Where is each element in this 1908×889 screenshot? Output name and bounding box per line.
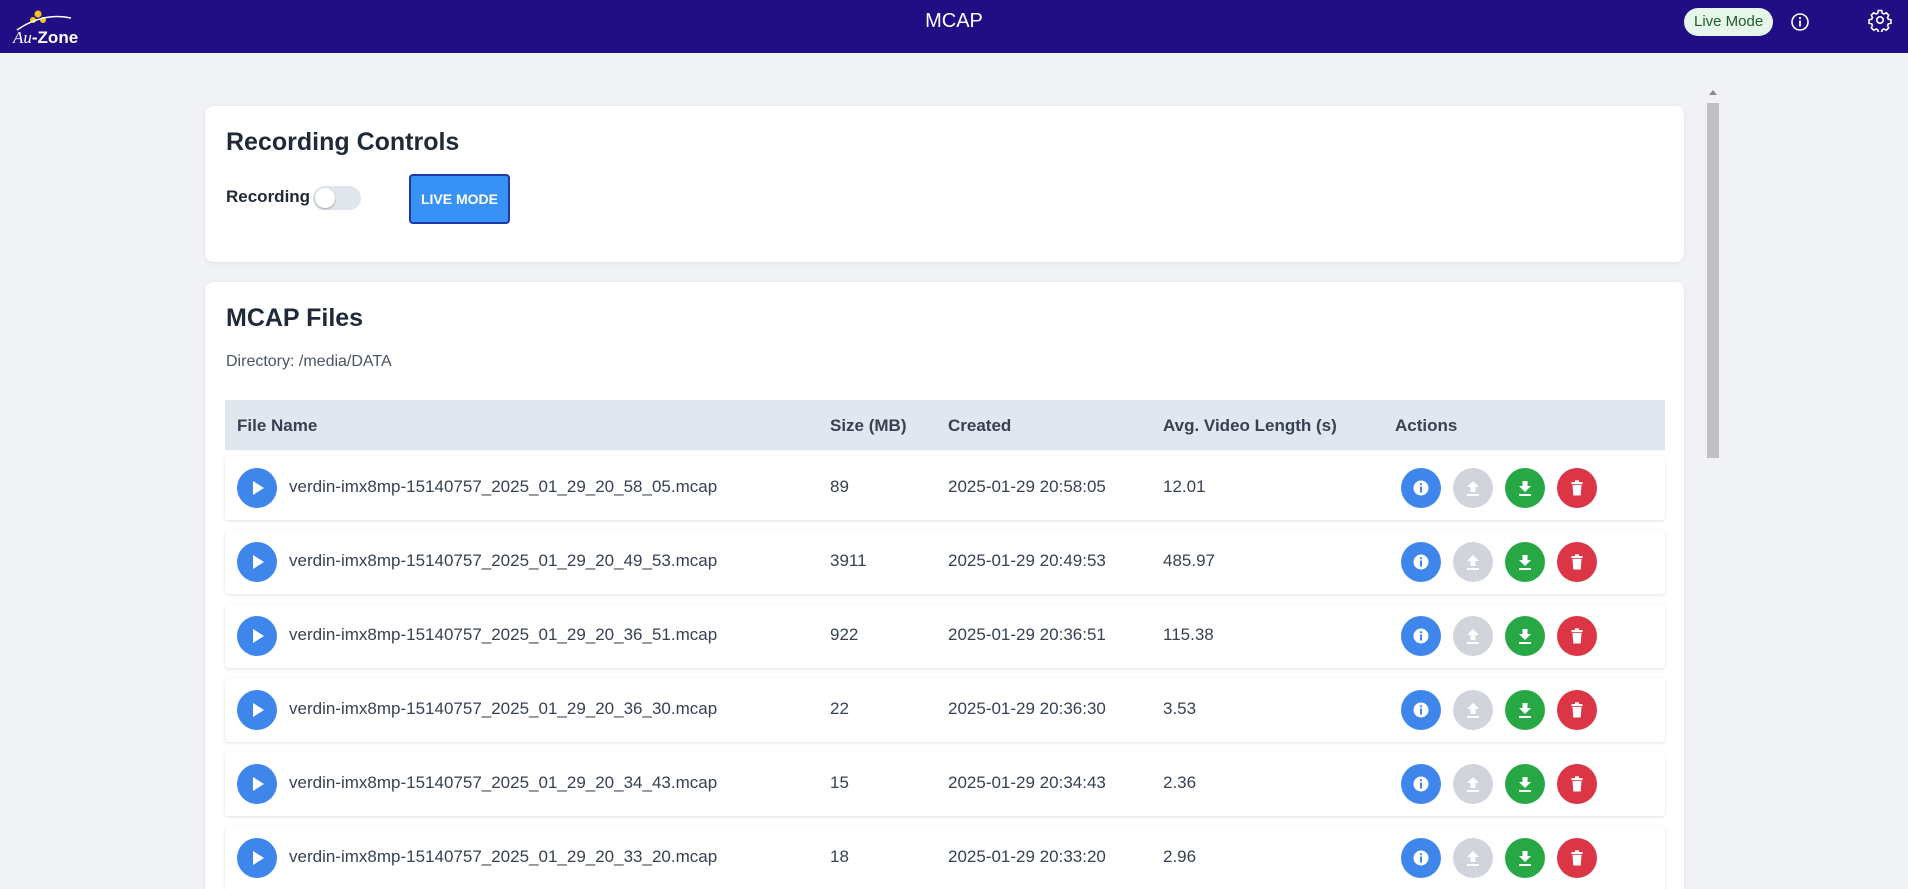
file-name-cell: verdin-imx8mp-15140757_2025_01_29_20_33_… — [289, 847, 718, 866]
play-button[interactable] — [237, 542, 277, 582]
delete-button[interactable] — [1557, 468, 1597, 508]
live-mode-badge[interactable]: Live Mode — [1684, 8, 1774, 36]
play-button[interactable] — [237, 468, 277, 508]
avg-length-cell: 12.01 — [1163, 477, 1206, 496]
play-button[interactable] — [237, 838, 277, 878]
recording-toggle[interactable] — [313, 186, 361, 210]
info-circle-icon[interactable] — [1790, 12, 1810, 32]
file-info-button[interactable] — [1401, 690, 1441, 730]
upload-button[interactable] — [1453, 468, 1493, 508]
size-cell: 15 — [830, 773, 849, 792]
recording-label: Recording — [226, 187, 311, 206]
mcap-files-title: MCAP Files — [226, 304, 364, 332]
created-cell: 2025-01-29 20:36:51 — [948, 625, 1106, 644]
top-bar: Au-Zone MCAP Live Mode — [0, 0, 1908, 53]
created-cell: 2025-01-29 20:33:20 — [948, 847, 1106, 866]
download-button[interactable] — [1505, 838, 1545, 878]
avg-length-cell: 2.96 — [1163, 847, 1197, 866]
file-name-cell: verdin-imx8mp-15140757_2025_01_29_20_36_… — [289, 699, 718, 718]
file-info-button[interactable] — [1401, 764, 1441, 804]
upload-button[interactable] — [1453, 542, 1493, 582]
delete-button[interactable] — [1557, 690, 1597, 730]
file-info-button[interactable] — [1401, 468, 1441, 508]
upload-button[interactable] — [1453, 616, 1493, 656]
scroll-thumb[interactable] — [1707, 103, 1719, 458]
download-button[interactable] — [1505, 468, 1545, 508]
mcap-files-card: MCAP Files Directory: /media/DATA File N… — [205, 282, 1684, 889]
file-info-button[interactable] — [1401, 542, 1441, 582]
created-cell: 2025-01-29 20:36:30 — [948, 699, 1106, 718]
recording-controls-card: Recording Controls Recording LIVE MODE — [205, 106, 1684, 262]
table-row[interactable]: verdin-imx8mp-15140757_2025_01_29_20_36_… — [225, 604, 1665, 668]
table-row[interactable]: verdin-imx8mp-15140757_2025_01_29_20_36_… — [225, 678, 1665, 742]
download-button[interactable] — [1505, 764, 1545, 804]
file-name-cell: verdin-imx8mp-15140757_2025_01_29_20_36_… — [289, 625, 718, 644]
column-avg-video-length[interactable]: Avg. Video Length (s) — [1163, 416, 1337, 436]
upload-button[interactable] — [1453, 690, 1493, 730]
page-scrollbar[interactable] — [1706, 90, 1720, 889]
play-button[interactable] — [237, 764, 277, 804]
file-name-cell: verdin-imx8mp-15140757_2025_01_29_20_34_… — [289, 773, 718, 792]
live-mode-button[interactable]: LIVE MODE — [409, 174, 510, 224]
created-cell: 2025-01-29 20:34:43 — [948, 773, 1106, 792]
page-title: MCAP — [925, 10, 983, 32]
scroll-up-arrow[interactable] — [1709, 90, 1717, 95]
file-info-button[interactable] — [1401, 616, 1441, 656]
table-row[interactable]: verdin-imx8mp-15140757_2025_01_29_20_58_… — [225, 456, 1665, 520]
download-button[interactable] — [1505, 542, 1545, 582]
column-size[interactable]: Size (MB) — [830, 416, 907, 436]
delete-button[interactable] — [1557, 764, 1597, 804]
download-button[interactable] — [1505, 690, 1545, 730]
column-created[interactable]: Created — [948, 416, 1011, 436]
file-info-button[interactable] — [1401, 838, 1441, 878]
delete-button[interactable] — [1557, 616, 1597, 656]
size-cell: 22 — [830, 699, 849, 718]
delete-button[interactable] — [1557, 838, 1597, 878]
download-button[interactable] — [1505, 616, 1545, 656]
avg-length-cell: 115.38 — [1163, 625, 1214, 644]
table-row[interactable]: verdin-imx8mp-15140757_2025_01_29_20_33_… — [225, 826, 1665, 889]
play-button[interactable] — [237, 616, 277, 656]
directory-label: Directory: /media/DATA — [226, 353, 392, 370]
size-cell: 89 — [830, 477, 849, 496]
upload-button[interactable] — [1453, 764, 1493, 804]
avg-length-cell: 485.97 — [1163, 551, 1215, 570]
file-name-cell: verdin-imx8mp-15140757_2025_01_29_20_49_… — [289, 551, 718, 570]
upload-button[interactable] — [1453, 838, 1493, 878]
gear-icon[interactable] — [1868, 8, 1892, 32]
created-cell: 2025-01-29 20:49:53 — [948, 551, 1106, 570]
play-button[interactable] — [237, 690, 277, 730]
column-actions: Actions — [1395, 416, 1458, 435]
size-cell: 18 — [830, 847, 849, 866]
column-file-name[interactable]: File Name — [237, 416, 317, 436]
size-cell: 3911 — [830, 551, 867, 570]
size-cell: 922 — [830, 625, 859, 644]
file-name-cell: verdin-imx8mp-15140757_2025_01_29_20_58_… — [289, 477, 718, 496]
created-cell: 2025-01-29 20:58:05 — [948, 477, 1106, 496]
table-header: File Name Size (MB) Created Avg. Video L… — [225, 400, 1665, 450]
table-row[interactable]: verdin-imx8mp-15140757_2025_01_29_20_34_… — [225, 752, 1665, 816]
table-row[interactable]: verdin-imx8mp-15140757_2025_01_29_20_49_… — [225, 530, 1665, 594]
toggle-knob — [315, 188, 335, 208]
recording-controls-title: Recording Controls — [226, 128, 460, 156]
delete-button[interactable] — [1557, 542, 1597, 582]
avg-length-cell: 2.36 — [1163, 773, 1197, 792]
avg-length-cell: 3.53 — [1163, 699, 1197, 718]
